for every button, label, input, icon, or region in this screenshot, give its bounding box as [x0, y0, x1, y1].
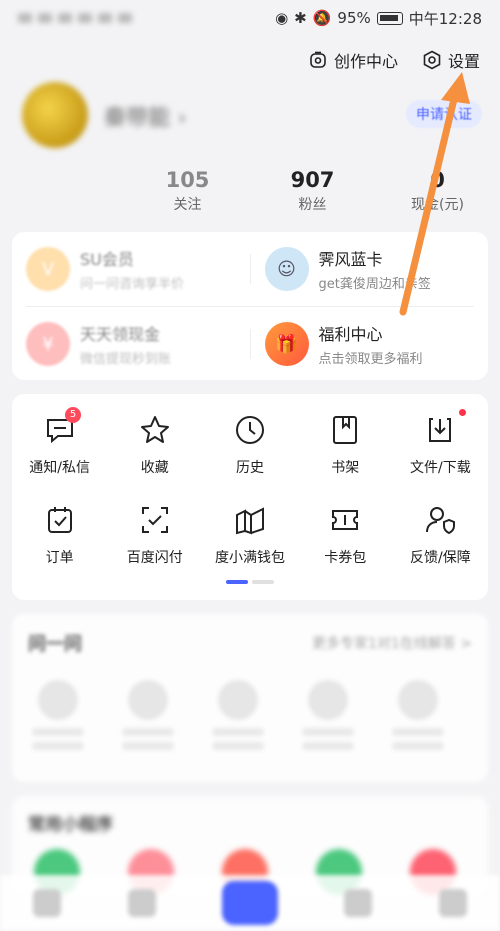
gear-icon: [423, 50, 441, 70]
tools-card: 5 通知/私信 收藏 历史 书架 文件/下载 订单 百度闪付 度小满钱包 卡券包…: [12, 394, 488, 600]
stat-label: 现金(元): [411, 197, 464, 213]
stat-label: 关注: [173, 197, 202, 213]
daily-cash-title: 天天领现金: [80, 325, 161, 344]
ask-more-link[interactable]: 更多专家1对1在线解答 >: [312, 633, 472, 653]
daily-cash-entry[interactable]: ¥ 天天领现金 微信提现秒到账: [12, 321, 250, 367]
nav-video-icon[interactable]: [127, 889, 156, 917]
portrait-icon: ☺: [264, 247, 309, 291]
benefit-center-title: 福利中心: [318, 325, 383, 344]
tool-downloads[interactable]: 文件/下载: [393, 409, 488, 477]
tool-label: 文件/下载: [410, 460, 471, 476]
gift-icon: 🎁: [264, 322, 309, 366]
settings-button[interactable]: 设置: [422, 48, 480, 72]
tool-favorites[interactable]: 收藏: [107, 413, 202, 477]
stat-value: 0: [430, 168, 445, 192]
bookmark-icon: [333, 416, 358, 444]
tool-label: 反馈/保障: [410, 550, 471, 566]
bluetooth-icon: ✱: [294, 9, 307, 27]
ask-title: 问一问: [28, 634, 82, 655]
apply-verification-button[interactable]: 申请认证: [406, 100, 482, 128]
nav-center-button[interactable]: [221, 881, 278, 925]
create-center-icon: [310, 51, 326, 68]
tool-notifications[interactable]: 5 通知/私信: [12, 407, 107, 477]
tool-label: 收藏: [140, 460, 169, 476]
top-actions: 创作中心 设置: [308, 48, 480, 72]
avatar[interactable]: [22, 82, 88, 148]
cash-icon: ¥: [26, 322, 70, 366]
create-center-label: 创作中心: [333, 52, 398, 71]
create-center-button[interactable]: 创作中心: [308, 48, 398, 72]
svip-entry[interactable]: V SU会员 问一问咨询享半价: [12, 246, 250, 292]
tool-label: 度小满钱包: [215, 550, 285, 566]
tool-orders[interactable]: 订单: [12, 503, 107, 567]
svip-title: SU会员: [80, 250, 134, 269]
benefit-center-subtitle: 点击领取更多福利: [318, 352, 423, 367]
expert-item[interactable]: [28, 680, 88, 756]
scan-check-icon: [141, 507, 168, 533]
tool-label: 历史: [236, 460, 264, 476]
tool-label: 通知/私信: [29, 460, 90, 476]
ask-card: 问一问 更多专家1对1在线解答 >: [12, 614, 488, 782]
tool-history[interactable]: 历史: [202, 413, 297, 477]
calendar-check-icon: [47, 507, 72, 533]
status-indicators: ◉ ✱ 🔕 95% 中午12:28: [275, 8, 482, 29]
stat-fans[interactable]: 907 粉丝: [250, 168, 375, 214]
username[interactable]: 秦带能 ›: [104, 100, 187, 132]
blue-card-title: 霁风蓝卡: [318, 250, 383, 269]
tool-baidu-pay[interactable]: 百度闪付: [107, 503, 202, 567]
download-icon: [429, 418, 452, 442]
tool-label: 书架: [331, 460, 360, 476]
expert-item[interactable]: [388, 680, 448, 756]
tool-coupons[interactable]: 卡券包: [298, 503, 393, 567]
stat-label: 粉丝: [298, 197, 327, 213]
svip-subtitle: 问一问咨询享半价: [80, 277, 185, 292]
stat-value: 907: [290, 168, 335, 192]
status-time: 中午12:28: [408, 9, 482, 28]
tool-label: 百度闪付: [126, 550, 183, 566]
nav-home-icon[interactable]: [33, 889, 62, 917]
ask-experts: [12, 656, 488, 756]
profile-header: 秦带能 › 申请认证: [22, 82, 482, 162]
expert-item[interactable]: [298, 680, 358, 756]
bottom-nav: [0, 875, 500, 931]
daily-cash-subtitle: 微信提现秒到账: [80, 352, 172, 367]
mute-icon: 🔕: [312, 9, 332, 27]
tool-feedback[interactable]: 反馈/保障: [393, 503, 488, 567]
settings-label: 设置: [447, 52, 480, 71]
nav-profile-icon[interactable]: [438, 889, 467, 917]
tool-label: 卡券包: [324, 550, 367, 566]
battery-icon: [376, 11, 403, 25]
wallet-icon: [236, 507, 264, 535]
star-icon: [140, 416, 169, 443]
stat-item[interactable]: [0, 168, 125, 214]
stats-row: 105 关注 907 粉丝 0 现金(元): [0, 168, 500, 214]
status-bar: ◉ ✱ 🔕 95% 中午12:28: [0, 0, 500, 36]
stat-cash[interactable]: 0 现金(元): [375, 168, 500, 214]
mini-programs-title: 常用小程序: [28, 815, 113, 835]
benefit-center-entry[interactable]: 🎁 福利中心 点击领取更多福利: [251, 321, 489, 367]
tool-wallet[interactable]: 度小满钱包: [202, 503, 297, 567]
unread-badge: 5: [65, 407, 81, 423]
blue-card-subtitle: get龚俊周边和亲签: [318, 277, 431, 292]
member-card: V SU会员 问一问咨询享半价 ☺ 霁风蓝卡 get龚俊周边和亲签 ¥ 天天领现…: [12, 232, 488, 380]
nav-messages-icon[interactable]: [344, 889, 373, 917]
expert-item[interactable]: [118, 680, 178, 756]
tool-label: 订单: [45, 550, 74, 566]
clock-icon: [236, 416, 264, 444]
stat-value: 105: [165, 168, 210, 192]
blue-card-entry[interactable]: ☺ 霁风蓝卡 get龚俊周边和亲签: [251, 246, 489, 292]
new-dot: [459, 409, 467, 416]
notification-icons: [18, 13, 275, 23]
ticket-icon: [332, 510, 359, 530]
page-indicator: [226, 580, 274, 584]
battery-percent: 95%: [337, 9, 371, 27]
stat-following[interactable]: 105 关注: [125, 168, 250, 214]
user-shield-icon: [426, 507, 456, 535]
eye-icon: ◉: [275, 9, 289, 27]
expert-item[interactable]: [208, 680, 268, 756]
vip-icon: V: [26, 247, 70, 291]
tool-bookshelf[interactable]: 书架: [298, 413, 393, 477]
